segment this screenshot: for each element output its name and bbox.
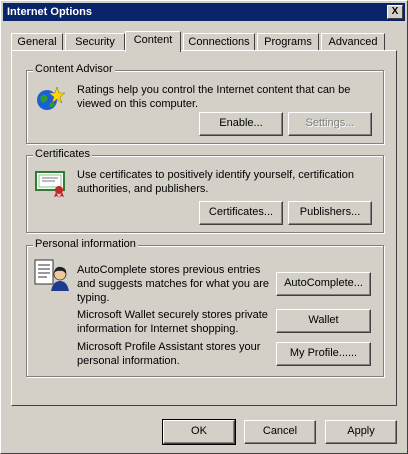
tab-programs[interactable]: Programs (257, 33, 319, 51)
cancel-button[interactable]: Cancel (244, 420, 316, 444)
autocomplete-description: AutoComplete stores previous entries and… (77, 264, 269, 304)
tab-advanced[interactable]: Advanced (321, 33, 385, 51)
window-title: Internet Options (7, 6, 92, 18)
profile-description: Microsoft Profile Assistant stores your … (77, 341, 261, 367)
content-advisor-title: Content Advisor (33, 63, 115, 75)
internet-options-window: Internet Options X General Security Cont… (0, 0, 408, 454)
personal-information-title: Personal information (33, 238, 138, 250)
autocomplete-button[interactable]: AutoComplete... (276, 272, 371, 296)
publishers-button[interactable]: Publishers... (288, 201, 372, 225)
certificates-title: Certificates (33, 148, 93, 160)
profile-card-icon (34, 259, 69, 291)
close-button[interactable]: X (387, 5, 403, 19)
apply-button[interactable]: Apply (325, 420, 397, 444)
content-advisor-group: Content Advisor Ratings help you control… (26, 63, 384, 144)
certificate-icon (35, 171, 65, 198)
personal-information-group: Personal information AutoComplete stores… (26, 238, 384, 377)
globe-star-icon (37, 86, 65, 110)
tab-content[interactable]: Content (125, 31, 181, 52)
content-tab-panel: Content Advisor Ratings help you control… (11, 50, 397, 406)
tab-security[interactable]: Security (65, 33, 125, 51)
tab-connections[interactable]: Connections (183, 33, 255, 51)
enable-button[interactable]: Enable... (199, 112, 283, 136)
wallet-button[interactable]: Wallet (276, 309, 371, 333)
certificates-group: Certificates Use certificates to positiv… (26, 148, 384, 233)
wallet-description: Microsoft Wallet securely stores private… (77, 309, 268, 335)
title-bar: Internet Options X (3, 3, 405, 21)
tab-general[interactable]: General (11, 33, 63, 51)
certificates-button[interactable]: Certificates... (199, 201, 283, 225)
settings-button: Settings... (288, 112, 372, 136)
certificates-description: Use certificates to positively identify … (77, 169, 354, 195)
my-profile-button[interactable]: My Profile...... (276, 342, 371, 366)
ok-button[interactable]: OK (162, 419, 236, 445)
content-advisor-description: Ratings help you control the Internet co… (77, 84, 351, 110)
